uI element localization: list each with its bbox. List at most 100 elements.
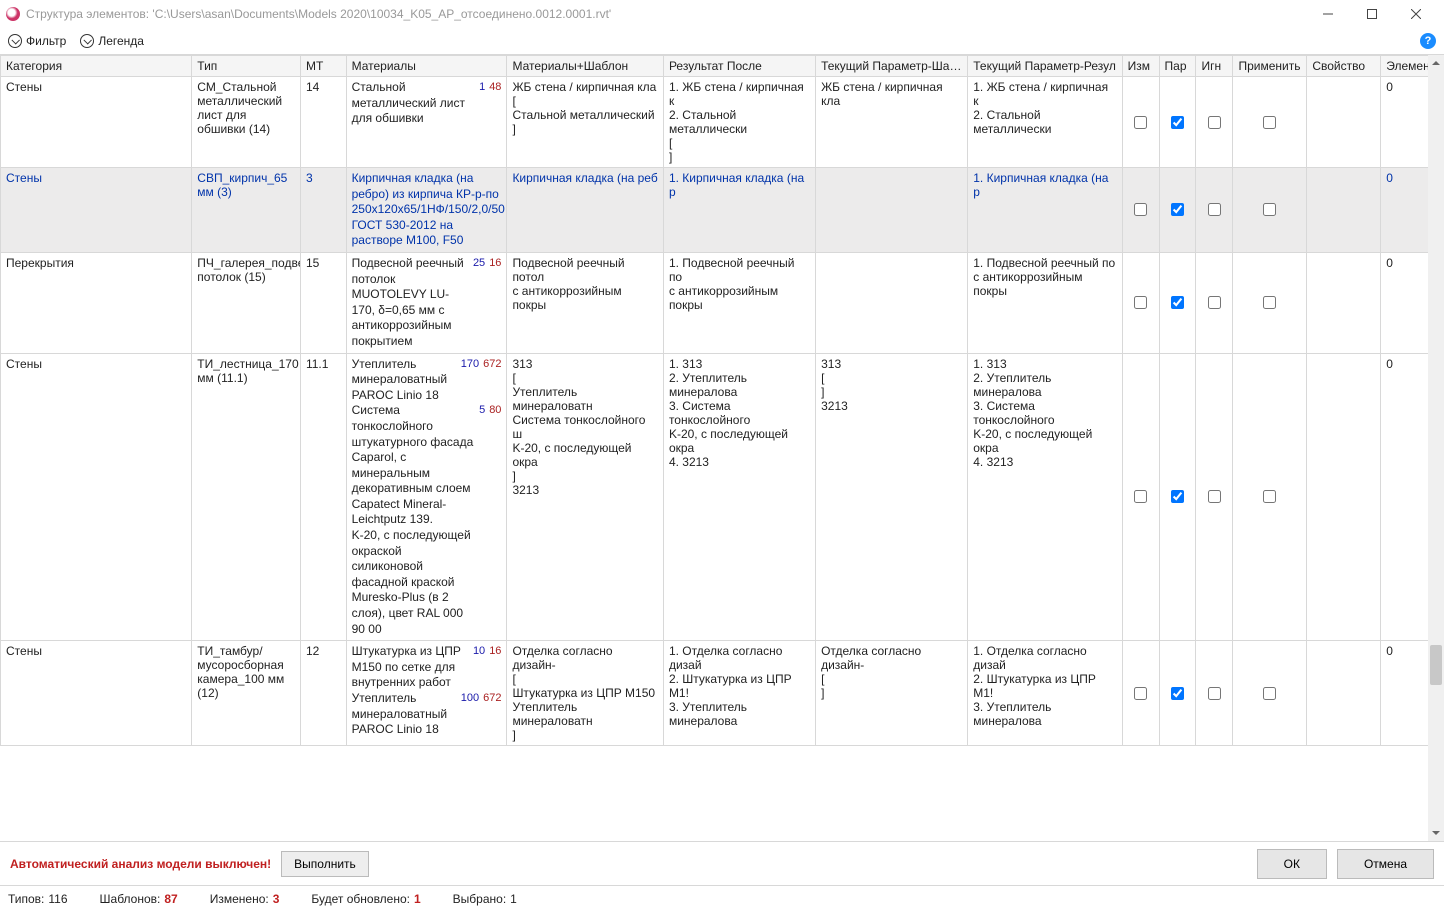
column-header[interactable]: Текущий Параметр-Резул (968, 56, 1122, 77)
property-cell (1307, 353, 1381, 641)
par-checkbox[interactable] (1171, 116, 1184, 129)
column-header[interactable]: Пар (1159, 56, 1196, 77)
column-header[interactable]: Материалы (346, 56, 507, 77)
izm-checkbox[interactable] (1134, 116, 1147, 129)
scroll-up-icon[interactable] (1428, 55, 1444, 71)
filter-button[interactable]: Фильтр (8, 34, 66, 48)
help-icon[interactable]: ? (1420, 33, 1436, 49)
apply-checkbox[interactable] (1263, 296, 1276, 309)
type-cell: ТИ_тамбур/мусоросборная камера_100 мм (1… (192, 641, 301, 746)
mat-template-cell: Подвесной реечный потолс антикоррозийным… (507, 252, 664, 353)
par-checkbox[interactable] (1171, 687, 1184, 700)
status-bar: Типов: 116 Шаблонов: 87 Изменено: 3 Буде… (0, 885, 1444, 911)
changed-value: 3 (273, 892, 280, 906)
izm-checkbox[interactable] (1134, 296, 1147, 309)
ign-checkbox[interactable] (1208, 296, 1221, 309)
types-label: Типов: (8, 892, 44, 906)
property-cell (1307, 641, 1381, 746)
izm-checkbox[interactable] (1134, 203, 1147, 216)
category-cell: Стены (1, 168, 192, 253)
property-cell (1307, 252, 1381, 353)
par-checkbox[interactable] (1171, 490, 1184, 503)
column-header[interactable]: Категория (1, 56, 192, 77)
par-cell (1159, 168, 1196, 253)
mat-template-cell: ЖБ стена / кирпичная кла[Стальной металл… (507, 77, 664, 168)
vertical-scrollbar[interactable] (1428, 55, 1444, 841)
izm-checkbox[interactable] (1134, 490, 1147, 503)
apply-cell (1233, 252, 1307, 353)
table-row[interactable]: СтеныСМ_Стальной металлический лист для … (1, 77, 1440, 168)
table-row[interactable]: СтеныТИ_тамбур/мусоросборная камера_100 … (1, 641, 1440, 746)
mt-cell: 12 (300, 641, 346, 746)
par-checkbox[interactable] (1171, 296, 1184, 309)
column-header[interactable]: Текущий Параметр-Шабл (816, 56, 968, 77)
apply-cell (1233, 353, 1307, 641)
column-header[interactable]: Игн (1196, 56, 1233, 77)
apply-cell (1233, 641, 1307, 746)
toolbar: Фильтр Легенда ? (0, 28, 1444, 54)
apply-checkbox[interactable] (1263, 490, 1276, 503)
materials-cell: Подвесной реечный потолок MUOTOLEVY LU-1… (346, 252, 507, 353)
category-cell: Стены (1, 77, 192, 168)
apply-checkbox[interactable] (1263, 687, 1276, 700)
footer-bar: Автоматический анализ модели выключен! В… (0, 841, 1444, 885)
cur-template-cell (816, 168, 968, 253)
property-cell (1307, 168, 1381, 253)
par-cell (1159, 353, 1196, 641)
table-row[interactable]: СтеныСВП_кирпич_65 мм (3)3Кирпичная клад… (1, 168, 1440, 253)
ign-checkbox[interactable] (1208, 687, 1221, 700)
column-header[interactable]: МТ (300, 56, 346, 77)
templates-label: Шаблонов: (100, 892, 161, 906)
legend-button[interactable]: Легенда (80, 34, 144, 48)
ign-checkbox[interactable] (1208, 203, 1221, 216)
mt-cell: 3 (300, 168, 346, 253)
apply-cell (1233, 77, 1307, 168)
apply-checkbox[interactable] (1263, 203, 1276, 216)
column-header[interactable]: Материалы+Шаблон (507, 56, 664, 77)
izm-checkbox[interactable] (1134, 687, 1147, 700)
updated-value: 1 (414, 892, 421, 906)
type-cell: СМ_Стальной металлический лист для обшив… (192, 77, 301, 168)
mt-cell: 14 (300, 77, 346, 168)
izm-cell (1122, 353, 1159, 641)
types-value: 116 (48, 892, 67, 906)
mt-cell: 15 (300, 252, 346, 353)
type-cell: СВП_кирпич_65 мм (3) (192, 168, 301, 253)
par-checkbox[interactable] (1171, 203, 1184, 216)
filter-label: Фильтр (26, 34, 66, 48)
close-button[interactable] (1394, 0, 1438, 28)
mt-cell: 11.1 (300, 353, 346, 641)
mat-template-cell: Отделка согласно дизайн-[Штукатурка из Ц… (507, 641, 664, 746)
elements-table: КатегорияТипМТМатериалыМатериалы+ШаблонР… (0, 55, 1440, 746)
scroll-thumb[interactable] (1430, 645, 1442, 685)
chevron-down-icon (80, 34, 94, 48)
izm-cell (1122, 252, 1159, 353)
column-header[interactable]: Тип (192, 56, 301, 77)
maximize-button[interactable] (1350, 0, 1394, 28)
cur-result-cell: 1. 3132. Утеплитель минералова3. Система… (968, 353, 1122, 641)
apply-checkbox[interactable] (1263, 116, 1276, 129)
column-header[interactable]: Применить (1233, 56, 1307, 77)
minimize-button[interactable] (1306, 0, 1350, 28)
ign-cell (1196, 77, 1233, 168)
cur-result-cell: 1. Подвесной реечный пос антикоррозийным… (968, 252, 1122, 353)
column-header[interactable]: Свойство (1307, 56, 1381, 77)
category-cell: Перекрытия (1, 252, 192, 353)
ign-checkbox[interactable] (1208, 116, 1221, 129)
ign-checkbox[interactable] (1208, 490, 1221, 503)
table-row[interactable]: СтеныТИ_лестница_170 мм (11.1)11.1Утепли… (1, 353, 1440, 641)
execute-button[interactable]: Выполнить (281, 851, 369, 877)
apply-cell (1233, 168, 1307, 253)
cancel-button[interactable]: Отмена (1337, 849, 1434, 879)
column-header[interactable]: Изм (1122, 56, 1159, 77)
ok-button[interactable]: ОК (1257, 849, 1327, 879)
scroll-down-icon[interactable] (1428, 825, 1444, 841)
izm-cell (1122, 641, 1159, 746)
table-row[interactable]: ПерекрытияПЧ_галерея_подвесной потолок (… (1, 252, 1440, 353)
materials-cell: Штукатурка из ЦПР М150 по сетке для внут… (346, 641, 507, 746)
cur-result-cell: 1. Кирпичная кладка (на р (968, 168, 1122, 253)
changed-label: Изменено: (210, 892, 269, 906)
titlebar: Структура элементов: 'C:\Users\asan\Docu… (0, 0, 1444, 28)
column-header[interactable]: Результат После (663, 56, 815, 77)
result-after-cell: 1. 3132. Утеплитель минералова3. Система… (663, 353, 815, 641)
